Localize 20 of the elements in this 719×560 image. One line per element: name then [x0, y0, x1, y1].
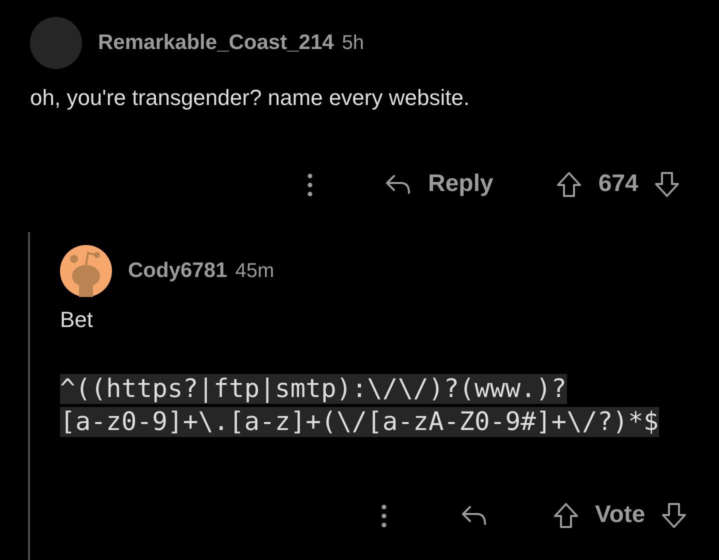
username-link[interactable]: Remarkable_Coast_214: [98, 27, 334, 59]
username-link[interactable]: Cody6781: [128, 255, 228, 287]
reply-button[interactable]: Reply: [384, 166, 494, 202]
reply-icon: [460, 504, 488, 526]
avatar-icon: [60, 245, 112, 297]
downvote-icon: [660, 502, 688, 530]
vote-score: 674: [598, 169, 638, 199]
comment-age: 45m: [235, 259, 274, 284]
upvote-icon: [555, 171, 584, 198]
vote-score: Vote: [595, 500, 646, 530]
comment-age: 5h: [342, 31, 364, 56]
comment-text: Bet: [60, 306, 94, 334]
avatar: [30, 17, 82, 69]
more-icon: [306, 172, 314, 198]
reply-icon: [384, 173, 412, 195]
downvote-icon: [653, 171, 682, 198]
more-icon: [380, 502, 388, 529]
comment-text: oh, you're transgender? name every website.: [30, 84, 471, 112]
upvote-icon: [552, 502, 580, 530]
reply-button[interactable]: [460, 504, 488, 526]
